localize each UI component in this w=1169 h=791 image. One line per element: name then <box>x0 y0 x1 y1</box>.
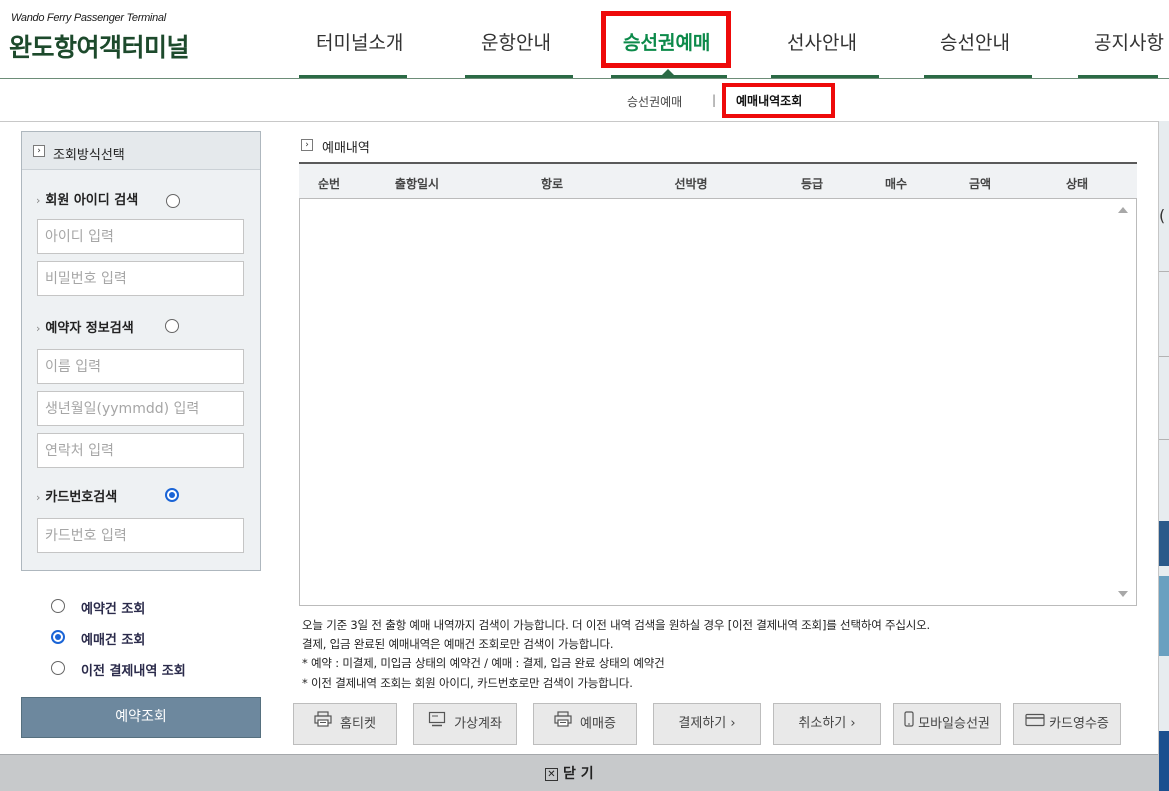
credit-card-icon <box>1025 704 1045 744</box>
close-label: 닫 기 <box>563 766 594 782</box>
member-search-label: › 회원 아이디 검색 <box>36 189 138 208</box>
booker-search-radio[interactable] <box>165 319 179 333</box>
query-reservation-radio[interactable] <box>51 599 65 613</box>
card-receipt-label: 카드영수증 <box>1049 716 1109 732</box>
nav-schedule[interactable]: 운항안내 <box>481 28 551 55</box>
member-password-input[interactable] <box>37 261 244 296</box>
member-search-text: 회원 아이디 검색 <box>45 193 139 208</box>
card-search-text: 카드번호검색 <box>45 490 118 505</box>
column-header-amount: 금액 <box>968 177 992 191</box>
arrow-right-icon: › <box>36 491 41 504</box>
close-button[interactable]: ✕ 닫 기 <box>545 763 594 783</box>
notice-line: * 예약 : 미결제, 미입금 상태의 예약건 / 예매 : 결제, 입금 완료… <box>302 656 665 670</box>
notice-line: * 이전 결제내역 조회는 회원 아이디, 카드번호로만 검색이 가능합니다. <box>302 676 633 690</box>
member-search-radio[interactable] <box>166 194 180 208</box>
nav-notices[interactable]: 공지사항 <box>1094 28 1164 55</box>
close-icon: ✕ <box>545 767 558 781</box>
results-table-body[interactable] <box>299 199 1137 606</box>
monitor-icon <box>428 704 446 744</box>
printer-icon <box>554 704 572 744</box>
member-id-input[interactable] <box>37 219 244 254</box>
column-header-status: 상태 <box>1065 177 1089 191</box>
card-number-input[interactable] <box>37 518 244 553</box>
nav-active-caret <box>661 69 675 76</box>
column-header-route: 항로 <box>540 177 564 191</box>
booker-phone-input[interactable] <box>37 433 244 468</box>
logo-english: Wando Ferry Passenger Terminal <box>11 12 166 24</box>
nav-terminal-intro[interactable]: 터미널소개 <box>316 28 403 55</box>
chevron-right-icon: › <box>301 139 313 151</box>
printer-icon <box>314 704 332 744</box>
nav-shipping-lines[interactable]: 선사안내 <box>787 28 857 55</box>
mobile-ticket-button[interactable]: 모바일승선권 <box>893 703 1001 745</box>
strip-image <box>1159 576 1169 656</box>
arrow-right-icon: › <box>36 194 41 207</box>
search-method-title: 조회방식선택 <box>53 148 125 163</box>
header-divider <box>0 78 1169 79</box>
home-ticket-button[interactable]: 홈티켓 <box>293 703 397 745</box>
subnav-ticket-booking[interactable]: 승선권예매 <box>627 93 682 110</box>
column-header-quantity: 매수 <box>884 177 908 191</box>
notice-line: 오늘 기준 3일 전 출항 예매 내역까지 검색이 가능합니다. 더 이전 내역… <box>302 618 931 632</box>
pay-button[interactable]: 결제하기 › <box>653 703 761 745</box>
card-search-radio[interactable] <box>165 488 179 502</box>
background-page-edge: ( <box>1158 121 1169 791</box>
query-previous-payment-radio[interactable] <box>51 661 65 675</box>
search-method-header: › 조회방식선택 <box>22 132 260 170</box>
booker-name-input[interactable] <box>37 349 244 384</box>
booker-search-label: › 예약자 정보검색 <box>36 317 134 336</box>
logo-korean[interactable]: 완도항여객터미널 <box>9 28 190 64</box>
ticket-certificate-button[interactable]: 예매증 <box>533 703 637 745</box>
page-root: Wando Ferry Passenger Terminal 완도항여객터미널 … <box>0 0 1169 791</box>
chevron-right-icon: › <box>33 145 45 157</box>
strip-line <box>1159 439 1169 440</box>
column-header-grade: 등급 <box>800 177 824 191</box>
subnav-booking-history[interactable]: 예매내역조회 <box>736 92 802 109</box>
home-ticket-label: 홈티켓 <box>340 716 376 732</box>
notice-line: 결제, 입금 완료된 예매내역은 예매건 조회로만 검색이 가능합니다. <box>302 637 614 651</box>
scroll-up-arrow-icon[interactable] <box>1118 207 1128 213</box>
virtual-account-button[interactable]: 가상계좌 <box>413 703 517 745</box>
booker-search-text: 예약자 정보검색 <box>45 321 134 336</box>
nav-boarding-info[interactable]: 승선안내 <box>940 28 1010 55</box>
scroll-down-arrow-icon[interactable] <box>1118 591 1128 597</box>
booker-birthdate-input[interactable] <box>37 391 244 426</box>
results-title: 예매내역 <box>322 141 370 156</box>
column-header-departure: 출항일시 <box>394 177 440 191</box>
card-receipt-button[interactable]: 카드영수증 <box>1013 703 1121 745</box>
strip-image <box>1159 731 1169 791</box>
subnav-separator: | <box>712 93 717 107</box>
arrow-right-icon: › <box>36 322 41 335</box>
query-previous-payment-label[interactable]: 이전 결제내역 조회 <box>81 660 186 679</box>
nav-highlight-box <box>601 11 731 68</box>
strip-line <box>1159 271 1169 272</box>
strip-fragment: ( <box>1159 206 1166 225</box>
query-purchase-label[interactable]: 예매건 조회 <box>81 629 145 648</box>
smartphone-icon <box>904 704 914 744</box>
results-table-header: 순번 출항일시 항로 선박명 등급 매수 금액 상태 <box>299 162 1137 199</box>
column-header-vessel: 선박명 <box>674 177 708 191</box>
query-purchase-radio[interactable] <box>51 630 65 644</box>
card-search-label: › 카드번호검색 <box>36 486 117 505</box>
virtual-account-label: 가상계좌 <box>454 716 502 732</box>
strip-line <box>1159 356 1169 357</box>
strip-image <box>1159 521 1169 566</box>
column-header-seq: 순번 <box>317 177 341 191</box>
cancel-booking-button[interactable]: 취소하기 › <box>773 703 881 745</box>
reservation-search-button[interactable]: 예약조회 <box>21 697 261 738</box>
query-reservation-label[interactable]: 예약건 조회 <box>81 598 145 617</box>
mobile-ticket-label: 모바일승선권 <box>918 716 990 732</box>
ticket-certificate-label: 예매증 <box>580 716 616 732</box>
